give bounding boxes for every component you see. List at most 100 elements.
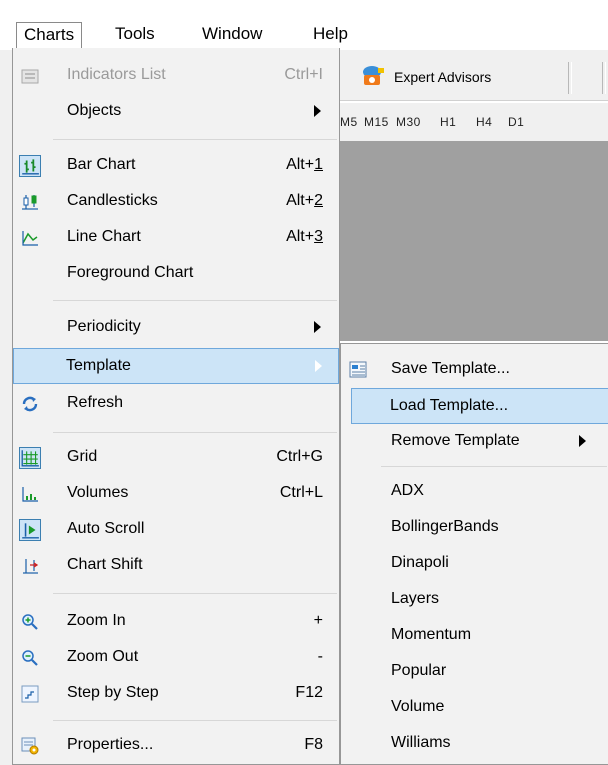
grid-label: Grid bbox=[67, 448, 98, 465]
menu-tools[interactable]: Tools bbox=[108, 22, 162, 48]
bar-chart-label: Bar Chart bbox=[67, 156, 136, 173]
line-chart-icon bbox=[22, 231, 38, 246]
menu-item-objects[interactable]: Objects bbox=[15, 94, 337, 130]
shortcut-prefix: Alt+ bbox=[286, 192, 315, 209]
period-m30[interactable]: M30 bbox=[396, 115, 421, 129]
period-h1[interactable]: H1 bbox=[440, 115, 456, 129]
template-item[interactable]: Volume bbox=[343, 690, 607, 726]
template-item[interactable]: Dinapoli bbox=[343, 546, 607, 582]
periodicity-label: Periodicity bbox=[67, 318, 141, 335]
menu-item-periodicity[interactable]: Periodicity bbox=[15, 310, 337, 346]
properties-label: Properties... bbox=[67, 736, 154, 753]
menu-item-template[interactable]: Template bbox=[13, 348, 339, 384]
submenu-arrow-icon bbox=[314, 321, 321, 333]
zoom-in-shortcut: + bbox=[313, 612, 323, 629]
menu-separator bbox=[53, 300, 337, 301]
template-item[interactable]: ADX bbox=[343, 474, 607, 510]
template-item-label: Williams bbox=[391, 734, 451, 751]
menu-item-grid[interactable]: Grid Ctrl+G bbox=[15, 440, 337, 476]
period-m15[interactable]: M15 bbox=[364, 115, 389, 129]
zoom-in-label: Zoom In bbox=[67, 612, 126, 629]
indicators-list-icon bbox=[21, 69, 39, 84]
candlesticks-shortcut: Alt+2 bbox=[286, 192, 323, 210]
step-by-step-label: Step by Step bbox=[67, 684, 159, 701]
menu-item-refresh[interactable]: Refresh bbox=[15, 386, 337, 422]
shortcut-key: 1 bbox=[314, 156, 323, 173]
auto-scroll-icon bbox=[19, 519, 41, 541]
menu-item-indicators-list[interactable]: Indicators List Ctrl+I bbox=[15, 58, 337, 94]
properties-shortcut: F8 bbox=[304, 736, 323, 753]
template-item-label: Layers bbox=[391, 590, 440, 607]
menu-item-chart-shift[interactable]: Chart Shift bbox=[15, 548, 337, 584]
save-template-icon bbox=[349, 361, 367, 378]
refresh-icon bbox=[22, 396, 38, 412]
template-item[interactable]: Layers bbox=[343, 582, 607, 618]
charts-menu: Indicators List Ctrl+I Objects Bar Chart… bbox=[12, 48, 340, 765]
expert-advisors-icon bbox=[363, 66, 384, 85]
toolbar-separator bbox=[602, 62, 606, 94]
menu-item-properties[interactable]: Properties... F8 bbox=[15, 728, 337, 764]
menu-item-volumes[interactable]: Volumes Ctrl+L bbox=[15, 476, 337, 512]
menu-separator bbox=[53, 720, 337, 721]
submenu-item-save-template[interactable]: Save Template... bbox=[343, 352, 607, 388]
template-item[interactable]: BollingerBands bbox=[343, 510, 607, 546]
menu-item-auto-scroll[interactable]: Auto Scroll bbox=[15, 512, 337, 548]
objects-label: Objects bbox=[67, 102, 122, 119]
template-item-label: BollingerBands bbox=[391, 518, 499, 535]
menu-separator bbox=[53, 432, 337, 433]
template-item[interactable]: Momentum bbox=[343, 618, 607, 654]
expert-advisors-label: Expert Advisors bbox=[394, 69, 492, 85]
volumes-icon bbox=[22, 487, 38, 502]
save-template-label: Save Template... bbox=[391, 360, 510, 377]
submenu-arrow-icon bbox=[315, 360, 322, 372]
menu-bar: Charts Tools Window Help bbox=[0, 0, 608, 50]
zoom-out-icon bbox=[22, 650, 38, 666]
menu-help[interactable]: Help bbox=[306, 22, 355, 48]
bar-chart-shortcut: Alt+1 bbox=[286, 156, 323, 174]
shortcut-prefix: Alt+ bbox=[286, 228, 315, 245]
volumes-shortcut: Ctrl+L bbox=[279, 484, 323, 501]
menu-item-step-by-step[interactable]: Step by Step F12 bbox=[15, 676, 337, 712]
indicators-list-shortcut: Ctrl+I bbox=[284, 66, 323, 83]
submenu-arrow-icon bbox=[579, 435, 586, 447]
remove-template-label: Remove Template bbox=[391, 432, 520, 449]
properties-icon bbox=[21, 737, 39, 755]
chart-shift-icon bbox=[23, 559, 39, 574]
toolbar-separator bbox=[568, 62, 572, 94]
submenu-separator bbox=[381, 466, 607, 467]
menu-item-zoom-out[interactable]: Zoom Out - bbox=[15, 640, 337, 676]
zoom-in-icon bbox=[22, 614, 38, 630]
submenu-item-remove-template[interactable]: Remove Template bbox=[343, 424, 607, 460]
template-item[interactable]: Williams bbox=[343, 726, 607, 762]
menu-window[interactable]: Window bbox=[195, 22, 269, 48]
submenu-item-load-template[interactable]: Load Template... bbox=[351, 388, 608, 424]
bar-chart-icon bbox=[19, 155, 41, 177]
zoom-out-label: Zoom Out bbox=[67, 648, 139, 665]
menu-charts[interactable]: Charts bbox=[16, 22, 83, 48]
chart-area bbox=[340, 141, 608, 341]
period-d1[interactable]: D1 bbox=[508, 115, 524, 129]
refresh-label: Refresh bbox=[67, 394, 124, 411]
chart-shift-label: Chart Shift bbox=[67, 556, 143, 573]
menu-item-foreground-chart[interactable]: Foreground Chart bbox=[15, 256, 337, 292]
period-h4[interactable]: H4 bbox=[476, 115, 492, 129]
grid-shortcut: Ctrl+G bbox=[276, 448, 323, 465]
menu-separator bbox=[53, 139, 337, 140]
menu-separator bbox=[53, 593, 337, 594]
template-submenu: Save Template... Load Template... Remove… bbox=[340, 343, 608, 765]
period-toolbar: M5 M15 M30 H1 H4 D1 bbox=[340, 103, 608, 141]
expert-advisors-button[interactable]: Expert Advisors bbox=[360, 64, 491, 90]
zoom-out-shortcut: - bbox=[317, 648, 323, 665]
menu-item-zoom-in[interactable]: Zoom In + bbox=[15, 604, 337, 640]
menu-item-bar-chart[interactable]: Bar Chart Alt+1 bbox=[15, 148, 337, 184]
left-panel-edge bbox=[0, 50, 12, 765]
menu-item-candlesticks[interactable]: Candlesticks Alt+2 bbox=[15, 184, 337, 220]
template-item[interactable]: Popular bbox=[343, 654, 607, 690]
template-label: Template bbox=[66, 357, 131, 374]
period-m5[interactable]: M5 bbox=[340, 115, 358, 129]
template-item-label: Momentum bbox=[391, 626, 472, 643]
shortcut-prefix: Alt+ bbox=[286, 156, 315, 173]
menu-item-line-chart[interactable]: Line Chart Alt+3 bbox=[15, 220, 337, 256]
line-chart-shortcut: Alt+3 bbox=[286, 228, 323, 246]
template-item-label: Dinapoli bbox=[391, 554, 449, 571]
